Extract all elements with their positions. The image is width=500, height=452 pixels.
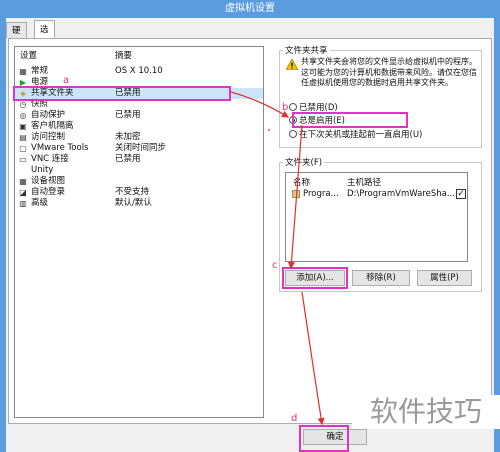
watermark: 软件技巧	[352, 395, 500, 429]
annotation-arrows	[230, 91, 325, 426]
arrow-a-to-b	[230, 91, 290, 118]
arrow-c-to-d	[301, 291, 325, 426]
arrow-b-to-c	[287, 124, 303, 270]
